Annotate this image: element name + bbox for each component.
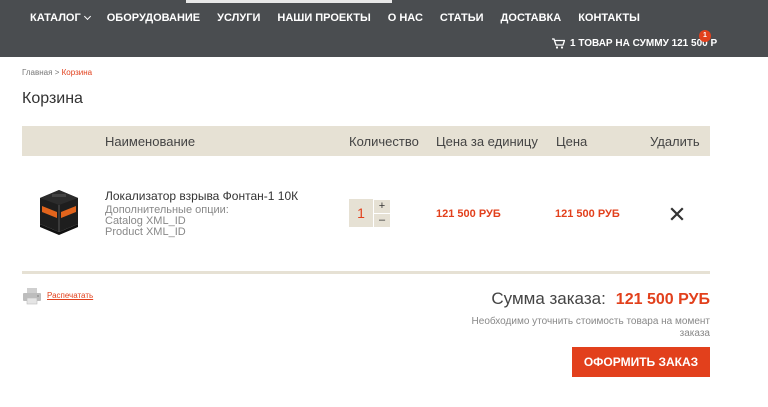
product-option: Product XML_ID bbox=[105, 226, 186, 238]
nav-item-about[interactable]: О НАС bbox=[388, 12, 423, 24]
product-name-link[interactable]: Локализатор взрыва Фонтан-1 10К bbox=[105, 189, 298, 203]
cart-table-header: Наименование Количество Цена за единицу … bbox=[22, 126, 710, 156]
nav-item-contacts[interactable]: КОНТАКТЫ bbox=[578, 12, 640, 24]
close-icon[interactable] bbox=[670, 207, 684, 221]
quantity-increase-button[interactable]: + bbox=[374, 200, 390, 213]
cart-count-badge: 1 bbox=[699, 30, 711, 42]
nav-item-delivery[interactable]: ДОСТАВКА bbox=[501, 12, 562, 24]
quantity-decrease-button[interactable]: – bbox=[374, 214, 390, 227]
printer-icon[interactable] bbox=[22, 287, 42, 305]
nav-item-projects[interactable]: НАШИ ПРОЕКТЫ bbox=[277, 12, 370, 24]
order-sum-value: 121 500 РУБ bbox=[615, 291, 710, 308]
product-thumbnail[interactable] bbox=[34, 184, 84, 236]
header-unit-price: Цена за единицу bbox=[436, 134, 538, 149]
row-price: 121 500 РУБ bbox=[555, 208, 620, 220]
breadcrumb-current: Корзина bbox=[61, 68, 93, 77]
header-name: Наименование bbox=[105, 134, 196, 149]
cart-summary-link[interactable]: 1 ТОВАР НА СУММУ 121 500 Р bbox=[552, 38, 717, 49]
breadcrumb: Главная > Корзина bbox=[22, 68, 92, 77]
main-nav: КАТАЛОГ ОБОРУДОВАНИЕ УСЛУГИ НАШИ ПРОЕКТЫ… bbox=[30, 12, 657, 24]
cart-icon bbox=[552, 38, 565, 49]
cart-summary-text: 1 ТОВАР НА СУММУ 121 500 Р bbox=[570, 38, 718, 49]
product-options: Дополнительные опции: Catalog XML_ID Pro… bbox=[105, 205, 229, 238]
checkout-button[interactable]: ОФОРМИТЬ ЗАКАЗ bbox=[572, 347, 710, 377]
nav-item-services[interactable]: УСЛУГИ bbox=[217, 12, 260, 24]
chevron-down-icon bbox=[83, 12, 91, 21]
table-divider bbox=[22, 271, 710, 274]
order-price-note: Необходимо уточнить стоимость товара на … bbox=[471, 316, 710, 339]
nav-item-catalog[interactable]: КАТАЛОГ bbox=[30, 12, 91, 24]
nav-item-equipment[interactable]: ОБОРУДОВАНИЕ bbox=[107, 12, 200, 24]
header-delete: Удалить bbox=[650, 134, 700, 149]
nav-item-articles[interactable]: СТАТЬИ bbox=[440, 12, 484, 24]
breadcrumb-separator: > bbox=[54, 68, 60, 77]
breadcrumb-home-link[interactable]: Главная bbox=[22, 68, 52, 77]
order-sum: Сумма заказа: 121 500 РУБ bbox=[491, 289, 710, 309]
order-sum-label: Сумма заказа: bbox=[491, 289, 606, 308]
nav-item-label: КАТАЛОГ bbox=[30, 12, 81, 24]
header-price: Цена bbox=[556, 134, 588, 149]
quantity-input[interactable]: 1 bbox=[349, 199, 373, 227]
top-navigation-bar: КАТАЛОГ ОБОРУДОВАНИЕ УСЛУГИ НАШИ ПРОЕКТЫ… bbox=[0, 0, 768, 57]
top-strip bbox=[186, 0, 392, 3]
unit-price: 121 500 РУБ bbox=[436, 208, 501, 220]
page-title: Корзина bbox=[22, 90, 83, 107]
header-quantity: Количество bbox=[349, 134, 419, 149]
print-link[interactable]: Распечатать bbox=[47, 291, 93, 300]
